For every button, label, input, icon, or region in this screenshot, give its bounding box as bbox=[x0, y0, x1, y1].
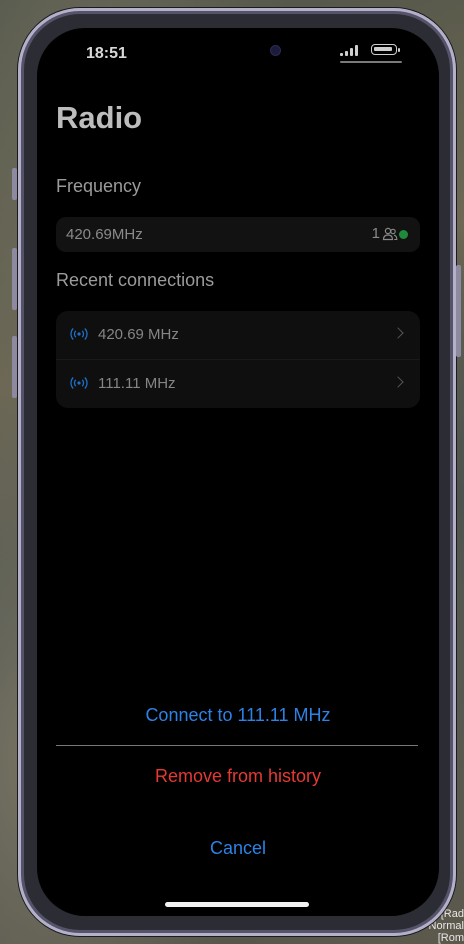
phone-side-button bbox=[12, 168, 17, 200]
radio-waves-icon bbox=[70, 328, 88, 340]
recent-connections-label: Recent connections bbox=[56, 270, 215, 290]
frequency-value: 420.69MHz bbox=[66, 226, 143, 243]
cancel-button[interactable]: Cancel bbox=[37, 838, 439, 859]
remove-from-history-button[interactable]: Remove from history bbox=[37, 766, 439, 787]
action-divider bbox=[56, 745, 418, 746]
users-icon bbox=[382, 227, 398, 241]
status-time: 18:51 bbox=[86, 45, 127, 62]
phone-volume-up-button bbox=[12, 248, 17, 310]
list-item[interactable]: 111.11 MHz bbox=[56, 359, 420, 408]
chevron-right-icon bbox=[392, 376, 404, 388]
radio-waves-icon bbox=[70, 377, 88, 389]
phone-volume-down-button bbox=[12, 336, 17, 398]
battery-cap-icon bbox=[398, 48, 400, 52]
phone-power-button bbox=[456, 265, 461, 357]
recent-item-label: 111.11 MHz bbox=[98, 375, 176, 392]
connect-button[interactable]: Connect to 111.11 MHz bbox=[37, 705, 439, 726]
recent-item-label: 420.69 MHz bbox=[98, 326, 179, 343]
camera-icon bbox=[270, 45, 281, 56]
phone-screen: 18:51 Radio Frequency 420.69MHz 1 Recent… bbox=[37, 28, 439, 916]
battery-icon bbox=[371, 44, 397, 55]
list-item[interactable]: 420.69 MHz bbox=[56, 311, 420, 359]
frequency-field[interactable]: 420.69MHz 1 bbox=[56, 217, 420, 252]
users-count: 1 bbox=[371, 225, 380, 242]
signal-icon bbox=[340, 45, 358, 56]
status-bar: 18:51 bbox=[37, 28, 439, 78]
online-status-dot bbox=[399, 230, 408, 239]
page-title: Radio bbox=[56, 100, 143, 135]
chevron-right-icon bbox=[392, 327, 404, 339]
status-bar-indicator bbox=[340, 61, 402, 63]
recent-connections-list: 420.69 MHz 111.11 MHz bbox=[56, 311, 420, 408]
home-indicator[interactable] bbox=[165, 902, 309, 907]
frequency-label: Frequency bbox=[56, 176, 142, 196]
